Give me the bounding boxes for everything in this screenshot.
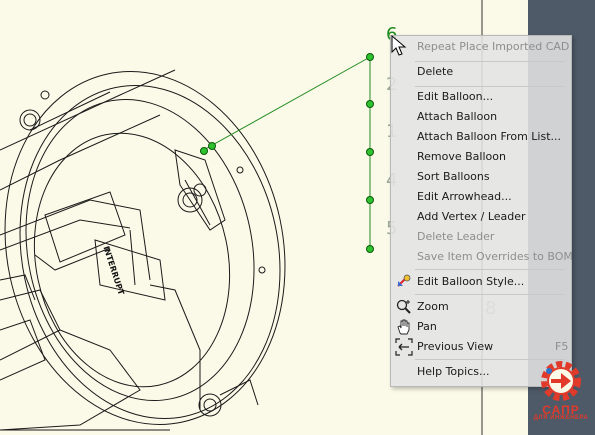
menu-item-delete-leader[interactable]: Delete Leader [417,228,494,246]
balloon-style-icon [397,274,411,287]
menu-item-zoom[interactable]: Zoom [417,298,449,316]
watermark-text: САПР ДЛЯ ИНЖЕНЕРА [529,403,593,421]
previous-view-icon [395,338,413,356]
menu-item-add-vertex-leader[interactable]: Add Vertex / Leader [417,208,526,226]
context-menu: Repeat Place Imported CAD Delete Edit Ba… [390,35,573,387]
menu-item-save-item-overrides[interactable]: Save Item Overrides to BOM [417,248,573,266]
menu-separator [415,294,565,295]
menu-separator [415,61,565,62]
menu-item-pan[interactable]: Pan [417,318,437,336]
menu-item-label: Previous View [417,340,494,353]
menu-item-remove-balloon[interactable]: Remove Balloon [417,148,506,166]
part-drawing [0,69,286,431]
menu-item-attach-balloon-from-list[interactable]: Attach Balloon From List... [417,128,561,146]
menu-separator [415,86,565,87]
mouse-pointer-icon [391,35,407,56]
watermark-subtitle: ДЛЯ ИНЖЕНЕРА [533,415,589,421]
menu-item-help-topics[interactable]: Help Topics... [417,363,489,381]
menu-item-previous-view[interactable]: Previous View F5 [417,338,569,356]
menu-item-delete[interactable]: Delete [417,63,453,81]
gear-icon [541,361,581,401]
zoom-icon [396,299,411,314]
balloon-grips [200,53,374,253]
menu-item-shortcut: F5 [555,340,569,353]
menu-item-edit-balloon-style[interactable]: Edit Balloon Style... [417,273,524,291]
menu-item-attach-balloon[interactable]: Attach Balloon [417,108,497,126]
menu-item-sort-balloons[interactable]: Sort Balloons [417,168,490,186]
menu-item-edit-balloon[interactable]: Edit Balloon... [417,88,493,106]
watermark-logo: САПР ДЛЯ ИНЖЕНЕРА [529,357,593,433]
pan-hand-icon [397,319,410,335]
menu-separator [415,269,565,270]
menu-item-edit-arrowhead[interactable]: Edit Arrowhead... [417,188,512,206]
menu-item-repeat-place-imported-cad[interactable]: Repeat Place Imported CAD [417,38,569,56]
